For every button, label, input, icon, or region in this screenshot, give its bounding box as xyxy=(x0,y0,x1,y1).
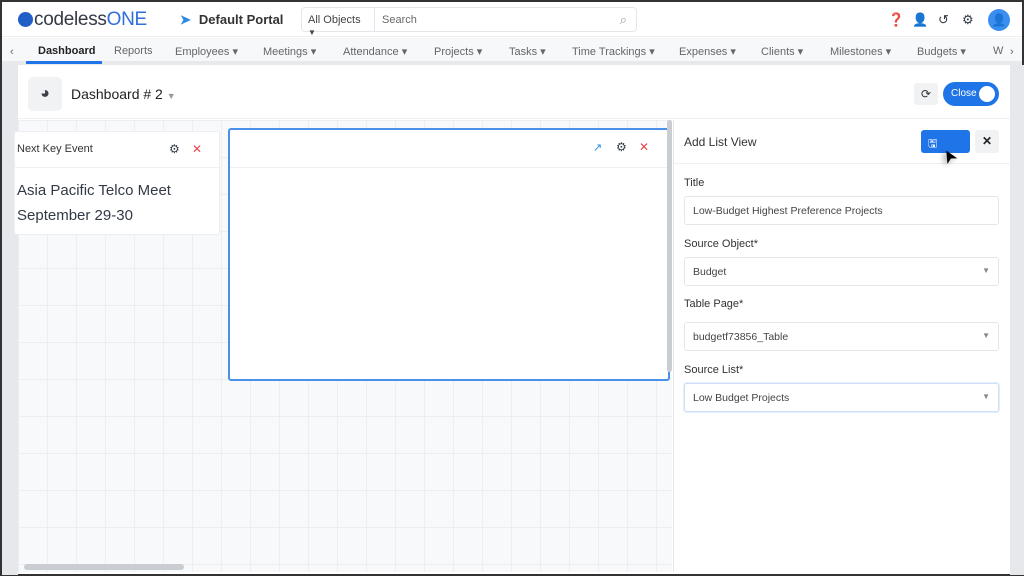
help-icon[interactable]: ❓ xyxy=(888,12,904,28)
table-page-select[interactable]: budgetf73856_Table ▼ xyxy=(684,322,999,351)
search-icon: ⌕ xyxy=(619,12,627,27)
source-object-label: Source Object* xyxy=(684,238,758,250)
title-input[interactable]: Low-Budget Highest Preference Projects xyxy=(684,196,999,225)
pie-chart-icon: ◕ xyxy=(28,77,62,111)
paper-plane-icon: ➤ xyxy=(180,12,191,27)
tab-attendance[interactable]: Attendance ▾ xyxy=(343,45,407,58)
tab-dashboard[interactable]: Dashboard xyxy=(38,45,95,57)
object-select[interactable]: All Objects ▼ xyxy=(301,7,375,37)
caret-down-icon: ▼ xyxy=(982,331,990,340)
tab-tasks[interactable]: Tasks ▾ xyxy=(509,45,546,58)
refresh-button[interactable]: ⟳ xyxy=(914,83,938,105)
divider xyxy=(674,163,1010,164)
tab-expenses[interactable]: Expenses ▾ xyxy=(679,45,736,58)
tab-milestones[interactable]: Milestones ▾ xyxy=(830,45,891,58)
close-icon[interactable]: ✕ xyxy=(639,140,649,154)
tab-reports[interactable]: Reports xyxy=(114,45,153,57)
close-panel-button[interactable]: ✕ xyxy=(975,130,999,153)
active-tab-indicator xyxy=(26,61,102,64)
event-name: Asia Pacific Telco Meet xyxy=(17,182,171,199)
horizontal-scrollbar[interactable] xyxy=(24,564,184,570)
close-icon[interactable]: ✕ xyxy=(192,142,202,156)
add-user-icon[interactable]: 👤 xyxy=(912,12,928,28)
tab-time-trackings[interactable]: Time Trackings ▾ xyxy=(572,45,655,58)
caret-down-icon: ▼ xyxy=(308,28,316,37)
floppy-icon: 🖫 xyxy=(928,138,938,150)
tab-clients[interactable]: Clients ▾ xyxy=(761,45,803,58)
event-date: September 29-30 xyxy=(17,207,133,224)
tab-projects[interactable]: Projects ▾ xyxy=(434,45,482,58)
gear-icon[interactable]: ⚙ xyxy=(616,140,627,154)
nav-left-chevron-icon[interactable]: ‹ xyxy=(10,46,14,58)
dashboard-title[interactable]: Dashboard # 2 ▼ xyxy=(71,86,176,102)
search-input[interactable]: Search ⌕ xyxy=(375,7,637,32)
close-toggle[interactable]: Close xyxy=(943,82,999,106)
title-label: Title xyxy=(684,177,705,189)
right-gutter xyxy=(1010,65,1024,575)
gear-icon[interactable]: ⚙ xyxy=(962,12,974,28)
tab-budgets[interactable]: Budgets ▾ xyxy=(917,45,966,58)
source-list-label: Source List* xyxy=(684,364,744,376)
tab-employees[interactable]: Employees ▾ xyxy=(175,45,238,58)
history-icon[interactable]: ↺ xyxy=(938,12,949,28)
source-object-select[interactable]: Budget ▼ xyxy=(684,257,999,286)
source-list-select[interactable]: Low Budget Projects ▼ xyxy=(684,383,999,412)
external-link-icon[interactable]: ↗ xyxy=(593,141,602,154)
caret-down-icon: ▼ xyxy=(982,392,990,401)
tab-meetings[interactable]: Meetings ▾ xyxy=(263,45,316,58)
widget-new-list-view[interactable]: ↗ ⚙ ✕ xyxy=(228,128,670,381)
logo[interactable]: codelessONE xyxy=(18,9,147,31)
vertical-scrollbar[interactable] xyxy=(667,120,672,372)
avatar[interactable]: 👤 xyxy=(988,9,1010,31)
panel-title: Add List View xyxy=(684,135,757,149)
portal-name[interactable]: ➤ Default Portal xyxy=(180,12,283,28)
gear-icon[interactable]: ⚙ xyxy=(169,142,180,156)
widget-title: Next Key Event xyxy=(17,143,93,155)
nav-right-chevron-icon[interactable]: › xyxy=(1010,46,1014,58)
caret-down-icon: ▼ xyxy=(982,266,990,275)
caret-down-icon: ▼ xyxy=(166,91,176,101)
table-page-label: Table Page* xyxy=(684,298,744,310)
tab-more[interactable]: W xyxy=(993,45,1003,57)
widget-next-key-event[interactable]: Next Key Event ⚙ ✕ Asia Pacific Telco Me… xyxy=(14,131,220,235)
